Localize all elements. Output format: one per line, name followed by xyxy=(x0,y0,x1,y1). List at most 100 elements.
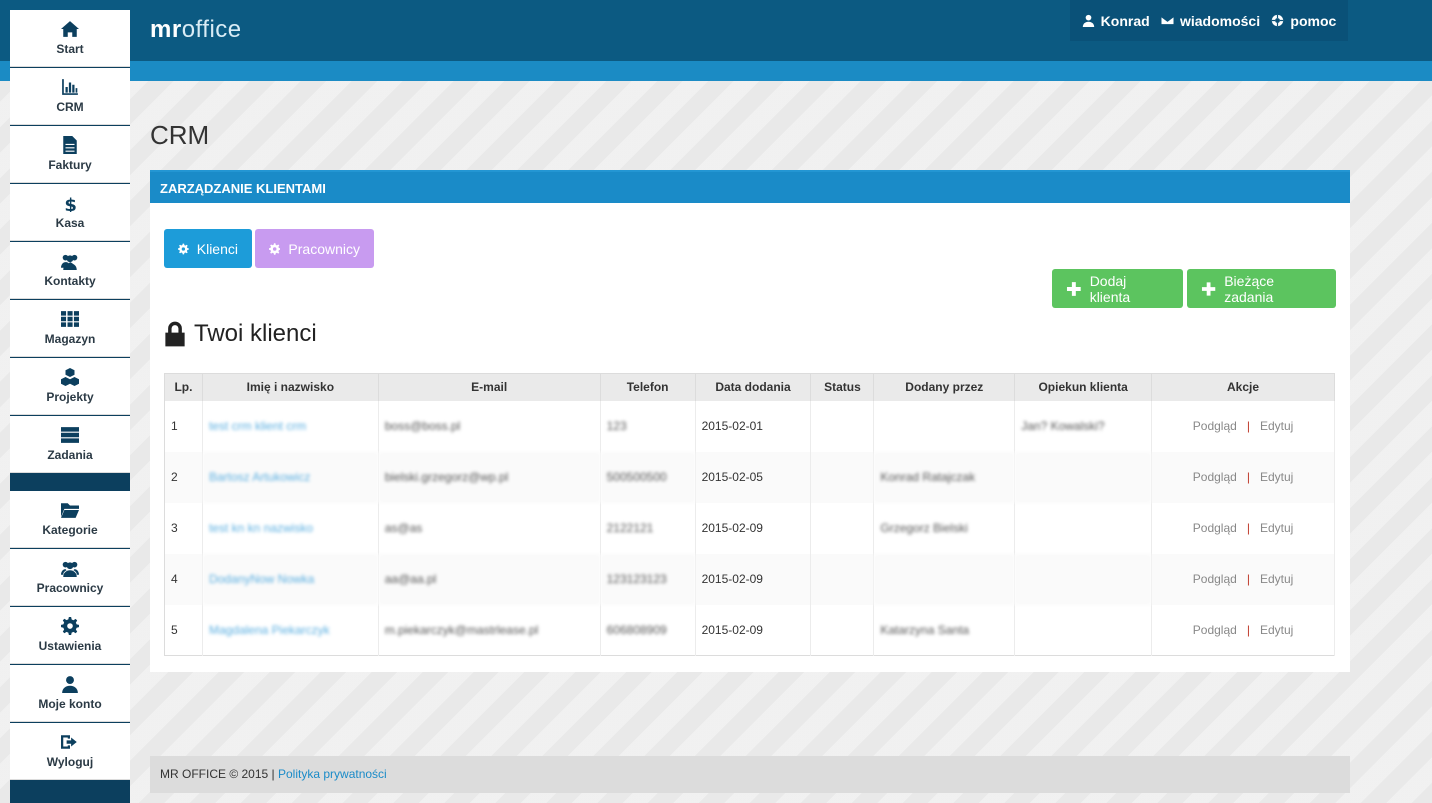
tab-clients-label: Klienci xyxy=(196,240,238,257)
panel-heading: ZARZĄDZANIE KLIENTAMI xyxy=(150,170,1350,203)
privacy-policy-link[interactable]: Polityka prywatności xyxy=(278,767,387,781)
topnav-user-label: Konrad xyxy=(1100,12,1150,29)
cell-name-link[interactable]: DodanyNow Nowka xyxy=(202,553,379,605)
table-row: 5 Magdalena Piekarczyk m.piekarczyk@mast… xyxy=(164,604,1335,656)
sidebar-item-magazyn[interactable]: Magazyn xyxy=(10,300,130,357)
sidebar-item-projekty[interactable]: Projekty xyxy=(10,358,130,415)
footer: MR OFFICE © 2015 | Polityka prywatności xyxy=(150,756,1350,793)
cell-name-link[interactable]: test kn kn nazwisko xyxy=(202,502,379,554)
topnav-user[interactable]: Konrad xyxy=(1082,13,1150,29)
sidebar-item-zadania[interactable]: Zadania xyxy=(10,416,130,473)
sidebar-item-label: Start xyxy=(56,42,84,56)
brand-logo[interactable]: mroffice xyxy=(150,16,242,44)
cell-keeper xyxy=(1014,604,1153,656)
sidebar-item-label: Projekty xyxy=(46,390,94,404)
edit-link[interactable]: Edytuj xyxy=(1260,572,1293,586)
cell-date: 2015-02-09 xyxy=(695,604,812,656)
cell-lp: 5 xyxy=(164,604,203,656)
cell-status xyxy=(810,502,875,554)
sidebar-item-crm[interactable]: CRM xyxy=(10,68,130,125)
sidebar-item-kontakty[interactable]: Kontakty xyxy=(10,242,130,299)
cell-name-link[interactable]: Bartosz Artukowicz xyxy=(202,451,379,503)
section-title-label: Twoi klienci xyxy=(194,320,317,347)
cell-added-by: Grzegorz Bielski xyxy=(873,502,1016,554)
cell-actions: Podgląd | Edytuj xyxy=(1151,400,1335,452)
sidebar-item-moje-konto[interactable]: Moje konto xyxy=(10,665,130,722)
column-header: Data dodania xyxy=(695,373,812,401)
tab-workers-button[interactable]: Pracownicy xyxy=(255,229,374,268)
sidebar-item-kasa[interactable]: $ Kasa xyxy=(10,184,130,241)
topnav-help[interactable]: pomoc xyxy=(1271,13,1336,29)
gear-icon xyxy=(269,242,281,255)
cell-date: 2015-02-01 xyxy=(695,400,812,452)
view-link[interactable]: Podgląd xyxy=(1193,572,1237,586)
cell-email: aa@aa.pl xyxy=(378,553,601,605)
sidebar-item-label: Wyloguj xyxy=(46,755,94,769)
cell-lp: 1 xyxy=(164,400,203,452)
cell-email: boss@boss.pl xyxy=(378,400,601,452)
cell-status xyxy=(810,451,875,503)
sidebar-item-ustawienia[interactable]: Ustawienia xyxy=(10,607,130,664)
sidebar-item-label: Kontakty xyxy=(44,274,96,288)
edit-link[interactable]: Edytuj xyxy=(1260,521,1293,535)
table-row: 4 DodanyNow Nowka aa@aa.pl 123123123 201… xyxy=(164,553,1335,605)
column-header: Status xyxy=(810,373,875,401)
view-link[interactable]: Podgląd xyxy=(1193,623,1237,637)
edit-link[interactable]: Edytuj xyxy=(1260,623,1293,637)
cell-date: 2015-02-05 xyxy=(695,451,812,503)
separator: | xyxy=(1246,622,1250,637)
table-row: 3 test kn kn nazwisko as@as 2122121 2015… xyxy=(164,502,1335,554)
sidebar-item-wyloguj[interactable]: Wyloguj xyxy=(10,723,130,780)
view-link[interactable]: Podgląd xyxy=(1193,470,1237,484)
logout-icon xyxy=(61,735,77,749)
cell-lp: 4 xyxy=(164,553,203,605)
cell-added-by: Konrad Ratajczak xyxy=(873,451,1016,503)
home-icon xyxy=(61,21,79,37)
envelope-icon xyxy=(1160,15,1174,26)
view-link[interactable]: Podgląd xyxy=(1193,521,1237,535)
lock-icon xyxy=(165,321,185,347)
edit-link[interactable]: Edytuj xyxy=(1260,470,1293,484)
column-header: Telefon xyxy=(600,373,696,401)
cell-status xyxy=(810,553,875,605)
add-client-button[interactable]: Dodaj klienta xyxy=(1052,269,1183,308)
cell-actions: Podgląd | Edytuj xyxy=(1151,604,1335,656)
cell-name-link[interactable]: test crm klient crm xyxy=(202,400,379,452)
tab-clients-button[interactable]: Klienci xyxy=(164,229,252,268)
lifebuoy-icon xyxy=(1272,14,1284,27)
tab-workers-label: Pracownicy xyxy=(288,240,360,257)
top-navigation: Konrad wiadomości pomoc xyxy=(1070,0,1348,41)
topnav-help-label: pomoc xyxy=(1290,12,1337,29)
sidebar-item-start[interactable]: Start xyxy=(10,10,130,67)
edit-link[interactable]: Edytuj xyxy=(1260,419,1293,433)
current-tasks-label: Bieżące zadania xyxy=(1224,272,1275,305)
column-header: Opiekun klienta xyxy=(1014,373,1153,401)
cell-added-by: Katarzyna Santa xyxy=(873,604,1016,656)
svg-text:$: $ xyxy=(64,195,77,212)
column-header: E-mail xyxy=(378,373,601,401)
plus-icon xyxy=(1066,281,1081,296)
gear-icon xyxy=(178,243,189,254)
cell-keeper xyxy=(1014,451,1153,503)
cell-name-link[interactable]: Magdalena Piekarczyk xyxy=(202,604,379,656)
user-icon xyxy=(62,676,78,693)
view-link[interactable]: Podgląd xyxy=(1193,419,1237,433)
sidebar-item-kategorie[interactable]: Kategorie xyxy=(10,491,130,548)
column-header: Akcje xyxy=(1151,373,1335,401)
sidebar-item-label: Kasa xyxy=(55,216,85,230)
topnav-messages[interactable]: wiadomości xyxy=(1160,13,1260,29)
sidebar-item-faktury[interactable]: Faktury xyxy=(10,126,130,183)
cell-phone: 123 xyxy=(600,400,696,452)
cell-phone: 500500500 xyxy=(600,451,696,503)
separator: | xyxy=(1246,419,1250,433)
sidebar-item-label: Magazyn xyxy=(44,332,96,346)
current-tasks-button[interactable]: Bieżące zadania xyxy=(1187,269,1336,308)
cell-added-by xyxy=(873,400,1016,452)
chart-icon xyxy=(62,79,78,95)
file-icon xyxy=(63,136,77,154)
tasks-icon xyxy=(61,427,79,443)
sidebar-item-pracownicy[interactable]: Pracownicy xyxy=(10,549,130,606)
sidebar-item-label: Ustawienia xyxy=(38,639,102,653)
client-management-panel: ZARZĄDZANIE KLIENTAMI Klienci Pracownicy… xyxy=(150,170,1350,672)
brand-part-mr: mr xyxy=(150,16,182,43)
